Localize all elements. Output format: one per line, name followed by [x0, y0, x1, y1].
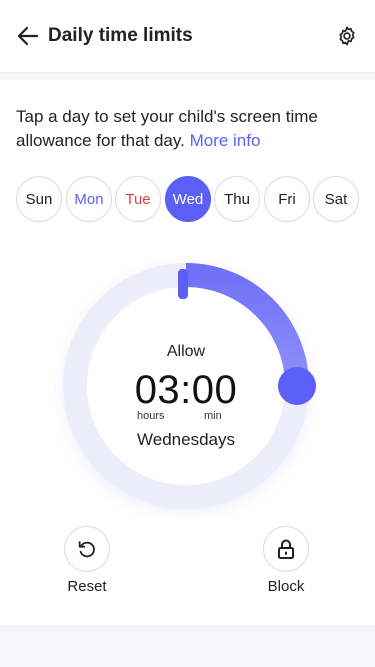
more-info-link[interactable]: More info: [190, 131, 261, 150]
day-fri[interactable]: Fri: [264, 176, 310, 222]
block-action: Block: [246, 526, 326, 595]
arrow-left-icon: [17, 26, 39, 46]
allow-label: Allow: [166, 343, 206, 360]
dial-day-label: Wednesdays: [137, 430, 235, 449]
page-title: Daily time limits: [48, 25, 193, 46]
gear-icon: [339, 26, 355, 46]
block-label: Block: [267, 578, 305, 595]
day-tue[interactable]: Tue: [115, 176, 161, 222]
reset-action: Reset: [47, 526, 127, 595]
day-sun[interactable]: Sun: [16, 176, 62, 222]
reset-button[interactable]: [64, 526, 110, 572]
intro-body: Tap a day to set your child's screen tim…: [16, 107, 318, 150]
day-sat[interactable]: Sat: [313, 176, 359, 222]
dial-drag-handle[interactable]: [278, 367, 316, 405]
intro-text: Tap a day to set your child's screen tim…: [16, 105, 361, 153]
reset-icon: [78, 541, 95, 558]
lock-icon: [278, 539, 294, 559]
day-wed[interactable]: Wed: [165, 176, 211, 222]
block-button[interactable]: [263, 526, 309, 572]
day-thu[interactable]: Thu: [214, 176, 260, 222]
hours-unit: hours: [137, 410, 165, 422]
minutes-unit: min: [204, 410, 222, 422]
back-button[interactable]: [14, 24, 42, 48]
day-selector: Sun Mon Tue Wed Thu Fri Sat: [16, 176, 361, 222]
reset-label: Reset: [67, 578, 107, 595]
day-mon[interactable]: Mon: [66, 176, 112, 222]
time-limit-card: Tap a day to set your child's screen tim…: [0, 80, 375, 625]
time-dial: Allow 03:00 hours min Wednesdays: [55, 255, 317, 517]
app-header: Daily time limits: [0, 0, 375, 72]
settings-button[interactable]: [334, 23, 360, 49]
